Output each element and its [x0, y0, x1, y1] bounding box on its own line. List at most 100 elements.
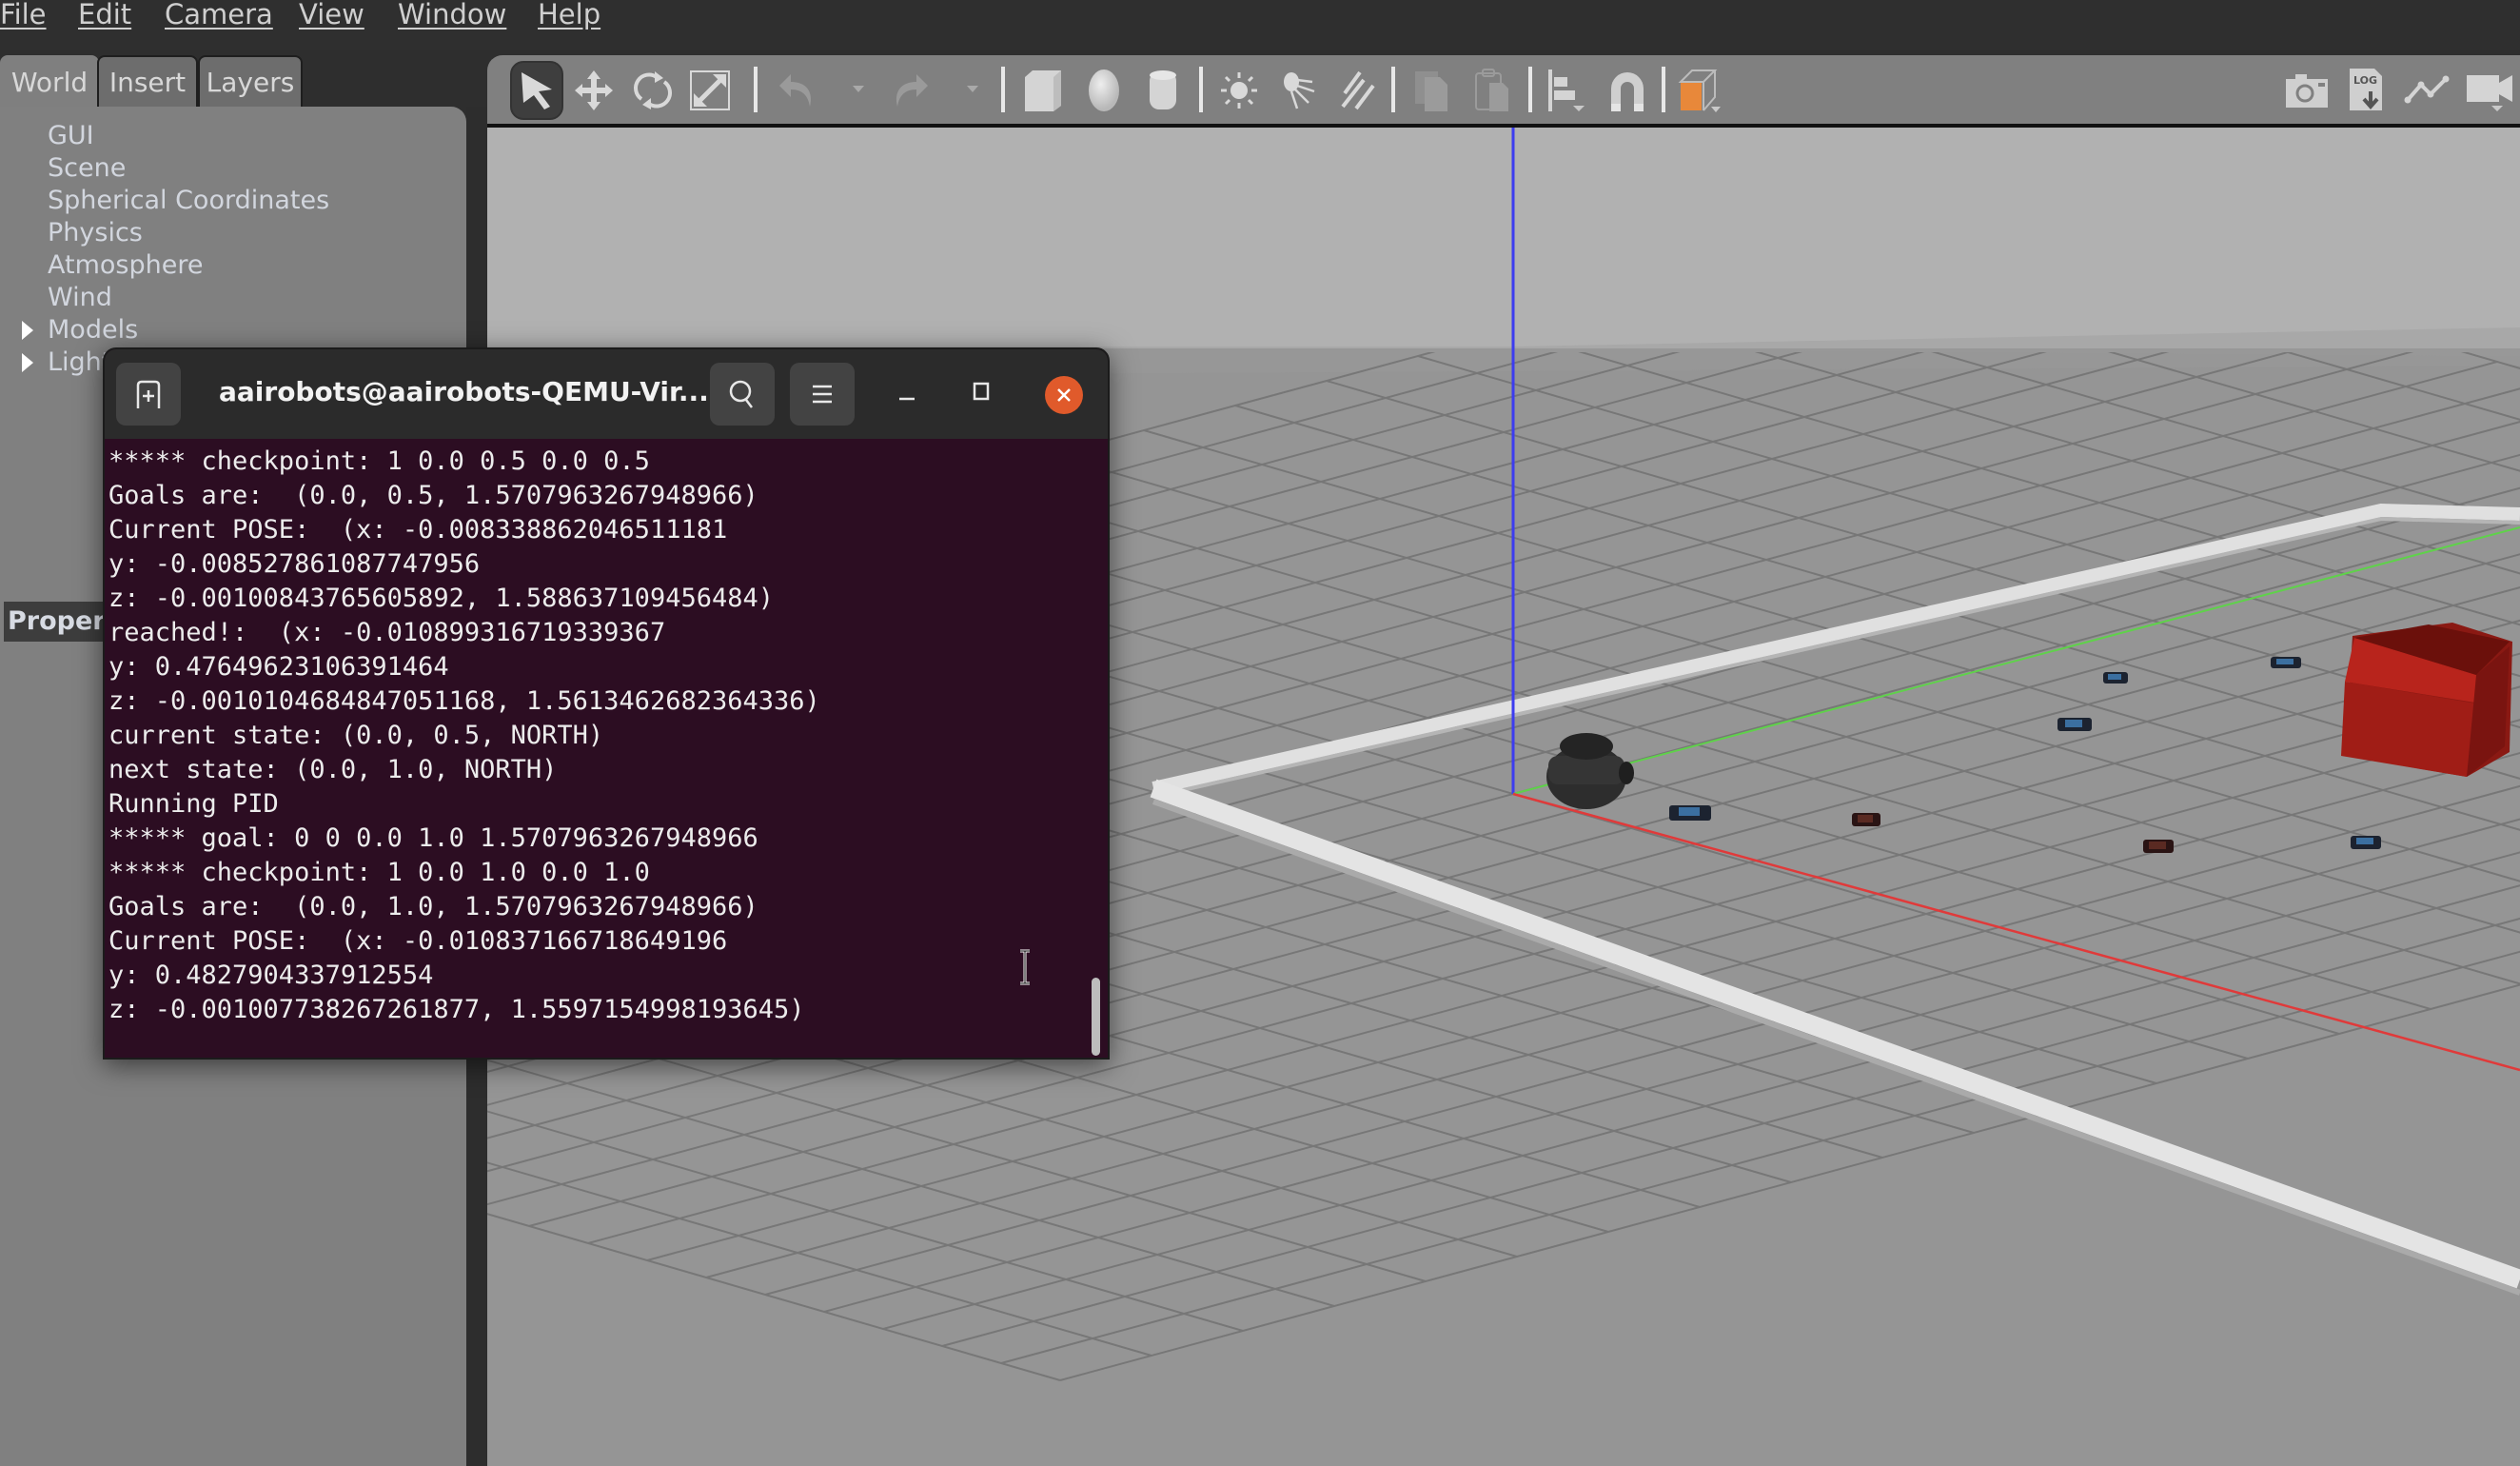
brown-tag[interactable]	[1852, 813, 1880, 826]
sphere-shape-button[interactable]	[1077, 61, 1131, 120]
undo-button[interactable]	[771, 61, 824, 120]
terminal-line: reached!: (x: -0.010899316719339367	[108, 618, 666, 647]
tab-world[interactable]: World	[0, 55, 99, 109]
cylinder-icon	[1150, 70, 1176, 109]
view-angle-cube-icon	[1678, 69, 1721, 112]
terminal-output[interactable]: ***** checkpoint: 1 0.0 0.5 0.0 0.5 Goals…	[108, 445, 1060, 1027]
align-icon	[1548, 69, 1585, 111]
terminal-line: current state: (0.0, 0.5, NORTH)	[108, 721, 604, 750]
toolbar-separator	[1391, 67, 1395, 112]
menu-button[interactable]	[790, 363, 855, 426]
blue-tag[interactable]	[2057, 718, 2092, 731]
translate-mode-button[interactable]	[567, 61, 620, 120]
menu-camera[interactable]: Camera	[165, 0, 273, 30]
view-angle-button[interactable]	[1673, 61, 1726, 120]
minimize-icon	[899, 397, 915, 401]
toolbar: LOG	[487, 55, 2520, 128]
toolbar-separator	[1001, 67, 1005, 112]
toolbar-separator	[754, 67, 758, 112]
menu-help[interactable]: Help	[538, 0, 600, 30]
undo-dropdown-icon[interactable]	[853, 86, 864, 92]
expand-arrow-icon[interactable]	[22, 353, 33, 372]
maximize-button[interactable]	[973, 382, 990, 401]
terminal-line: Current POSE: (x: -0.010837166718649196	[108, 926, 728, 956]
screenshot-button[interactable]	[2280, 61, 2333, 120]
spot-light-button[interactable]	[1271, 61, 1325, 120]
svg-text:LOG: LOG	[2353, 74, 2377, 87]
close-button[interactable]	[1045, 376, 1083, 414]
terminal-line: next state: (0.0, 1.0, NORTH)	[108, 755, 558, 784]
terminal-line: z: -0.001007738267261877, 1.559715499819…	[108, 995, 805, 1024]
directional-light-icon	[1341, 70, 1375, 110]
sky	[487, 128, 2520, 348]
paste-icon	[1475, 69, 1508, 111]
tree-item-gui[interactable]: GUI	[48, 120, 94, 152]
video-camera-icon	[2467, 75, 2512, 111]
terminal-line: y: 0.4827904337912554	[108, 961, 434, 990]
scale-mode-button[interactable]	[683, 61, 737, 120]
terminal-title: aairobots@aairobots-QEMU-Vir...	[219, 376, 709, 407]
copy-button[interactable]	[1405, 61, 1458, 120]
menu-view[interactable]: View	[299, 0, 364, 30]
brown-tag[interactable]	[2143, 840, 2174, 853]
red-box[interactable]	[2341, 623, 2512, 777]
point-light-button[interactable]	[1212, 61, 1266, 120]
maximize-icon	[973, 382, 990, 401]
menu-file[interactable]: File	[0, 0, 47, 30]
toolbar-separator	[1528, 67, 1532, 112]
plot-button[interactable]	[2400, 61, 2453, 120]
terminal-scrollbar[interactable]	[1092, 978, 1100, 1056]
text-cursor-icon	[1020, 949, 1030, 985]
terminal-line: Running PID	[108, 789, 279, 819]
terminal-window[interactable]: aairobots@aairobots-QEMU-Vir... ***** ch…	[103, 347, 1110, 1060]
new-tab-button[interactable]	[116, 363, 181, 426]
terminal-header-bar[interactable]: aairobots@aairobots-QEMU-Vir...	[105, 349, 1108, 439]
terminal-line: z: -0.00100843765605892, 1.5886371094564…	[108, 584, 774, 613]
camera-icon	[2286, 74, 2328, 108]
search-button[interactable]	[710, 363, 775, 426]
tab-layers[interactable]: Layers	[198, 55, 303, 109]
tree-item-atmosphere[interactable]: Atmosphere	[48, 249, 203, 282]
menu-edit[interactable]: Edit	[78, 0, 131, 30]
spot-light-icon	[1284, 72, 1315, 109]
rotate-mode-button[interactable]	[626, 61, 679, 120]
cylinder-shape-button[interactable]	[1136, 61, 1190, 120]
hamburger-menu-icon	[813, 385, 832, 404]
tree-item-wind[interactable]: Wind	[48, 282, 112, 314]
tab-insert[interactable]: Insert	[97, 55, 198, 109]
minimize-button[interactable]	[898, 387, 915, 401]
tree-item-spherical-coordinates[interactable]: Spherical Coordinates	[48, 185, 329, 217]
redo-dropdown-icon[interactable]	[967, 86, 978, 92]
copy-icon	[1415, 71, 1447, 111]
point-light-icon	[1221, 72, 1257, 109]
terminal-line: ***** checkpoint: 1 0.0 0.5 0.0 0.5	[108, 446, 650, 476]
terminal-line: Goals are: (0.0, 1.0, 1.5707963267948966…	[108, 892, 758, 921]
video-record-button[interactable]	[2463, 61, 2516, 120]
tree-item-scene[interactable]: Scene	[48, 152, 126, 185]
rotate-icon	[634, 71, 672, 109]
tree-item-models[interactable]: Models	[48, 314, 138, 347]
log-button[interactable]: LOG	[2341, 61, 2394, 120]
select-mode-button[interactable]	[510, 61, 563, 120]
box-icon	[1025, 70, 1061, 111]
align-button[interactable]	[1540, 61, 1593, 120]
close-icon	[1057, 388, 1071, 402]
blue-tag[interactable]	[2103, 672, 2128, 683]
magnet-icon	[1611, 72, 1644, 111]
directional-light-button[interactable]	[1330, 61, 1384, 120]
snap-button[interactable]	[1601, 61, 1654, 120]
sphere-icon	[1089, 69, 1119, 111]
new-tab-icon	[136, 380, 161, 408]
redo-button[interactable]	[883, 61, 936, 120]
blue-tag[interactable]	[2351, 836, 2381, 849]
blue-tag[interactable]	[2271, 657, 2301, 668]
blue-tag[interactable]	[1669, 805, 1711, 821]
tree-item-physics[interactable]: Physics	[48, 217, 143, 249]
search-icon	[729, 380, 753, 408]
box-shape-button[interactable]	[1016, 61, 1070, 120]
menu-window[interactable]: Window	[398, 0, 506, 30]
log-file-icon: LOG	[2350, 69, 2382, 110]
properties-label: Properties	[4, 602, 108, 642]
paste-button[interactable]	[1466, 61, 1519, 120]
expand-arrow-icon[interactable]	[22, 321, 33, 340]
